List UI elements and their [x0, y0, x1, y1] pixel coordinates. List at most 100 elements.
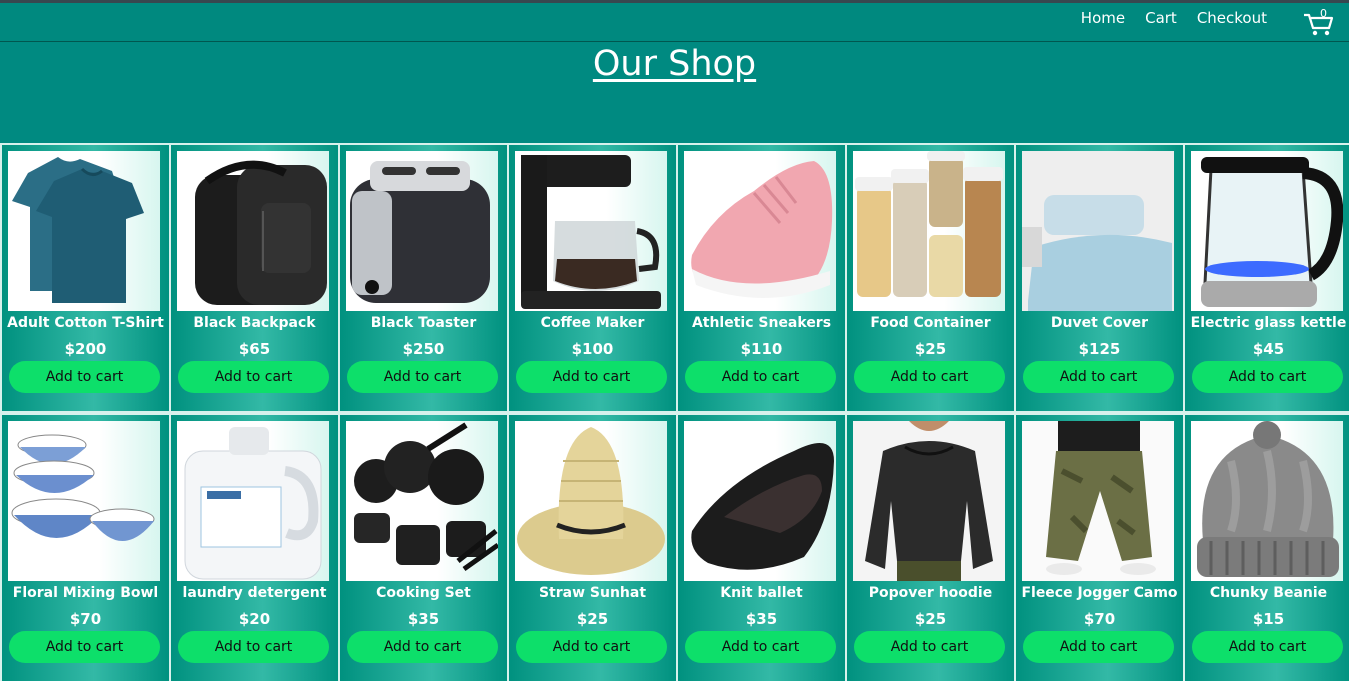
- add-to-cart-button[interactable]: Add to cart: [685, 361, 836, 393]
- product-card: Duvet Cover $125 Add to cart: [1014, 143, 1185, 413]
- flat-image: [691, 443, 834, 570]
- product-name: Knit ballet: [720, 585, 803, 601]
- product-price: $200: [64, 340, 107, 358]
- container-image: [855, 151, 1003, 297]
- add-to-cart-button[interactable]: Add to cart: [516, 631, 667, 663]
- product-card: Cooking Set $35 Add to cart: [338, 413, 509, 681]
- product-card: Food Container $25 Add to cart: [845, 143, 1016, 413]
- product-image: [853, 421, 1005, 581]
- add-to-cart-button[interactable]: Add to cart: [854, 631, 1005, 663]
- product-card: Adult Cotton T-Shirt $200 Add to cart: [0, 143, 171, 413]
- product-price: $20: [238, 610, 271, 628]
- product-card: Electric glass kettle $45 Add to cart: [1183, 143, 1349, 413]
- tshirt-image: [12, 157, 144, 303]
- add-to-cart-button[interactable]: Add to cart: [685, 631, 836, 663]
- nav-checkout-link[interactable]: Checkout: [1197, 9, 1267, 27]
- product-name: Electric glass kettle: [1190, 315, 1347, 331]
- product-grid: Adult Cotton T-Shirt $200 Add to cart Black…: [0, 143, 1349, 681]
- product-image: [8, 421, 160, 581]
- nav-links: Home Cart Checkout: [1081, 9, 1267, 27]
- backpack-image: [195, 160, 327, 305]
- product-image: [177, 421, 329, 581]
- product-name: Chunky Beanie: [1209, 585, 1328, 601]
- product-card: laundry detergent $20 Add to cart: [169, 413, 340, 681]
- product-price: $250: [402, 340, 445, 358]
- product-image: [684, 421, 836, 581]
- sneaker-image: [691, 161, 833, 298]
- product-price: $15: [1252, 610, 1285, 628]
- product-name: Coffee Maker: [540, 315, 645, 331]
- product-price: $25: [576, 610, 609, 628]
- add-to-cart-button[interactable]: Add to cart: [178, 361, 329, 393]
- product-image: [1191, 151, 1343, 311]
- product-price: $110: [740, 340, 783, 358]
- pots-image: [354, 422, 498, 572]
- shopping-cart-icon: [1304, 13, 1334, 36]
- product-price: $25: [914, 610, 947, 628]
- add-to-cart-button[interactable]: Add to cart: [9, 361, 160, 393]
- navbar: Home Cart Checkout 0: [0, 3, 1349, 42]
- product-image: [515, 151, 667, 311]
- product-image: [515, 421, 667, 581]
- bowl-image: [11, 434, 155, 541]
- add-to-cart-button[interactable]: Add to cart: [1023, 631, 1174, 663]
- product-price: $35: [407, 610, 440, 628]
- product-card: Black Backpack $65 Add to cart: [169, 143, 340, 413]
- hat-image: [517, 427, 665, 575]
- product-price: $125: [1078, 340, 1121, 358]
- product-name: Straw Sunhat: [538, 585, 647, 601]
- add-to-cart-button[interactable]: Add to cart: [516, 361, 667, 393]
- add-to-cart-button[interactable]: Add to cart: [854, 361, 1005, 393]
- cart-button[interactable]: 0: [1303, 7, 1335, 37]
- product-card: Athletic Sneakers $110 Add to cart: [676, 143, 847, 413]
- add-to-cart-button[interactable]: Add to cart: [347, 631, 498, 663]
- product-card: Straw Sunhat $25 Add to cart: [507, 413, 678, 681]
- product-card: Knit ballet $35 Add to cart: [676, 413, 847, 681]
- product-name: Black Backpack: [193, 315, 316, 331]
- product-card: Coffee Maker $100 Add to cart: [507, 143, 678, 413]
- product-name: Fleece Jogger Camo: [1021, 585, 1178, 601]
- cart-count-badge: 0: [1320, 7, 1327, 20]
- product-price: $25: [914, 340, 947, 358]
- product-name: Adult Cotton T-Shirt: [7, 315, 164, 331]
- product-card: Popover hoodie $25 Add to cart: [845, 413, 1016, 681]
- product-price: $100: [571, 340, 614, 358]
- product-image: [1191, 421, 1343, 581]
- product-name: Duvet Cover: [1050, 315, 1149, 331]
- beanie-image: [1197, 421, 1339, 577]
- product-image: [684, 151, 836, 311]
- coffee-image: [521, 155, 661, 309]
- add-to-cart-button[interactable]: Add to cart: [347, 361, 498, 393]
- product-name: Athletic Sneakers: [691, 315, 832, 331]
- nav-cart-link[interactable]: Cart: [1145, 9, 1177, 27]
- add-to-cart-button[interactable]: Add to cart: [1023, 361, 1174, 393]
- product-image: [853, 151, 1005, 311]
- product-image: [346, 151, 498, 311]
- product-image: [177, 151, 329, 311]
- kettle-image: [1201, 157, 1343, 307]
- add-to-cart-button[interactable]: Add to cart: [1192, 631, 1343, 663]
- product-card: Floral Mixing Bowl $70 Add to cart: [0, 413, 171, 681]
- product-card: Fleece Jogger Camo $70 Add to cart: [1014, 413, 1185, 681]
- product-name: laundry detergent: [182, 585, 327, 601]
- add-to-cart-button[interactable]: Add to cart: [1192, 361, 1343, 393]
- product-card: Chunky Beanie $15 Add to cart: [1183, 413, 1349, 681]
- add-to-cart-button[interactable]: Add to cart: [178, 631, 329, 663]
- product-name: Cooking Set: [376, 585, 471, 601]
- product-image: [1022, 421, 1174, 581]
- product-price: $70: [1083, 610, 1116, 628]
- product-price: $35: [745, 610, 778, 628]
- product-name: Popover hoodie: [868, 585, 993, 601]
- add-to-cart-button[interactable]: Add to cart: [9, 631, 160, 663]
- product-name: Floral Mixing Bowl: [12, 585, 159, 601]
- hero-banner: Our Shop: [0, 42, 1349, 143]
- page-title: Our Shop: [592, 44, 757, 84]
- product-card: Black Toaster $250 Add to cart: [338, 143, 509, 413]
- product-price: $70: [69, 610, 102, 628]
- product-price: $65: [238, 340, 271, 358]
- toaster-image: [350, 161, 490, 303]
- product-image: [346, 421, 498, 581]
- product-price: $45: [1252, 340, 1285, 358]
- product-name: Black Toaster: [370, 315, 477, 331]
- nav-home-link[interactable]: Home: [1081, 9, 1125, 27]
